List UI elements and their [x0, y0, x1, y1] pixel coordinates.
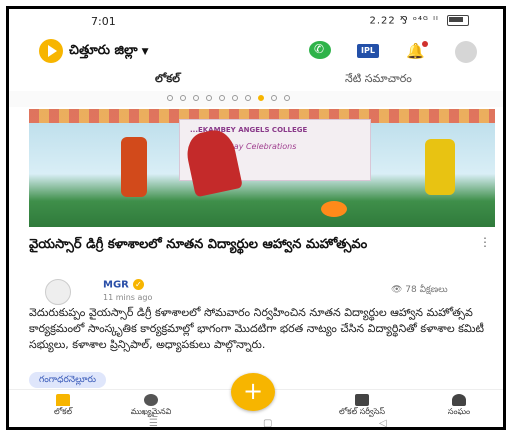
home-icon	[56, 394, 70, 406]
news-card[interactable]: ...EKAMBEY ANGELS COLLEGE ...Day Celebra…	[23, 107, 495, 397]
status-indicators: 2.22 ⅋ ᵒ⁴ᴳ ᴵᴵ	[369, 15, 469, 27]
briefcase-icon	[355, 394, 369, 406]
notification-dot	[422, 41, 428, 47]
author-label: MGR	[103, 279, 129, 291]
nav-important[interactable]: ముఖ్యమైనవి	[121, 394, 181, 418]
play-logo-icon[interactable]	[39, 39, 63, 63]
status-icons: 2.22 ⅋ ᵒ⁴ᴳ ᴵᴵ	[369, 15, 439, 27]
carousel-dot	[193, 95, 199, 101]
carousel-dot	[219, 95, 225, 101]
home-square-icon[interactable]: ▢	[263, 418, 272, 427]
globe-icon	[144, 394, 158, 406]
carousel-dot	[284, 95, 290, 101]
group-icon	[452, 394, 466, 406]
nav-community[interactable]: సంఘం	[439, 394, 479, 418]
phone-screen: 7:01 2.22 ⅋ ᵒ⁴ᴳ ᴵᴵ చిత్తూరు జిల్లా▼ IPL …	[6, 6, 506, 430]
verified-badge-icon: ✓	[132, 279, 144, 290]
battery-icon	[447, 15, 469, 26]
ipl-button[interactable]: IPL	[357, 44, 379, 58]
status-time: 7:01	[91, 15, 116, 28]
menu-icon[interactable]: ☰	[149, 418, 158, 427]
nav-local-services[interactable]: లోకల్ సర్వీసెస్	[327, 394, 397, 418]
carousel-indicator	[9, 91, 503, 107]
back-icon[interactable]: ◁	[379, 418, 387, 427]
post-image[interactable]: ...EKAMBEY ANGELS COLLEGE ...Day Celebra…	[29, 109, 495, 227]
carousel-dot-active	[258, 95, 264, 101]
view-count: 👁 78 వీక్షణలు	[391, 285, 448, 295]
nav-local[interactable]: లోకల్	[43, 394, 83, 418]
chevron-down-icon: ▼	[141, 47, 149, 57]
district-selector[interactable]: చిత్తూరు జిల్లా ▼	[69, 43, 149, 61]
status-bar: 7:01 2.22 ⅋ ᵒ⁴ᴳ ᴵᴵ	[9, 9, 503, 35]
tab-local[interactable]: లోకల్	[155, 72, 180, 88]
post-time: 11 mins ago	[103, 293, 153, 302]
district-label: చిత్తూరు జిల్లా	[69, 43, 138, 58]
system-navigation: ☰ ▢ ◁	[9, 418, 503, 427]
author-row: MGR ✓ 11 mins ago 👁 78 వీక్షణలు	[29, 277, 495, 307]
carousel-dot	[206, 95, 212, 101]
whatsapp-icon[interactable]	[309, 41, 331, 59]
more-options-icon[interactable]: ⋮	[479, 235, 491, 249]
post-headline[interactable]: వైయస్సార్ డిగ్రీ కళాశాలలో నూతన విద్యార్థ…	[29, 235, 469, 255]
lamp-fire	[321, 201, 347, 217]
performer-figure	[425, 139, 455, 195]
carousel-dot	[232, 95, 238, 101]
nav-community-label: సంఘం	[447, 407, 471, 416]
post-body: వెదురుకుప్పం వైయస్సార్ డిగ్రీ కళాశాలలో స…	[29, 306, 484, 351]
add-post-button[interactable]: +	[231, 373, 275, 411]
avatar[interactable]	[45, 279, 71, 305]
nav-important-label: ముఖ్యమైనవి	[130, 407, 172, 416]
carousel-dot	[180, 95, 186, 101]
carousel-dot	[245, 95, 251, 101]
author-name[interactable]: MGR ✓	[103, 279, 144, 291]
tab-todays-news[interactable]: నేటి సమాచారం	[345, 72, 412, 88]
nav-local-label: లోకల్	[53, 407, 73, 416]
performer-figure	[121, 137, 147, 197]
app-bar: చిత్తూరు జిల్లా▼ IPL 🔔	[9, 35, 503, 69]
carousel-dot	[167, 95, 173, 101]
bell-icon[interactable]: 🔔	[406, 41, 428, 61]
nav-services-label: లోకల్ సర్వీసెస్	[339, 407, 385, 416]
location-tag[interactable]: గంగాధరనెల్లూరు	[29, 372, 106, 388]
top-tabs: లోకల్ నేటి సమాచారం	[9, 69, 503, 91]
carousel-dot	[271, 95, 277, 101]
profile-icon[interactable]	[455, 41, 477, 63]
carousel-dots	[167, 95, 290, 101]
